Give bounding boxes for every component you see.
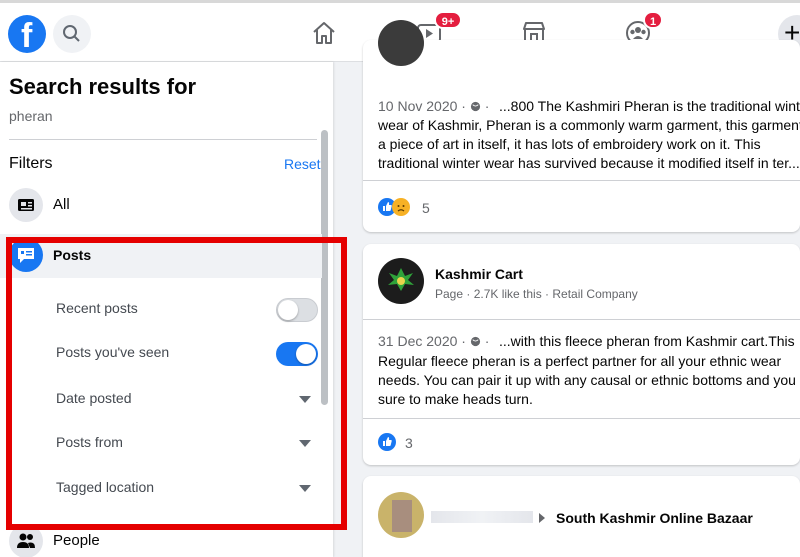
kashmir-cart-logo xyxy=(388,268,414,291)
post-date-text: 10 Nov 2020 · xyxy=(378,98,466,114)
filter-all-icon-circle xyxy=(9,188,43,222)
caret-right-icon xyxy=(539,513,545,523)
post-text-line: needs. You can pair it up with any causa… xyxy=(378,372,796,388)
page-name[interactable]: Kashmir Cart xyxy=(435,266,523,282)
watch-badge: 9+ xyxy=(434,11,462,29)
home-tab[interactable] xyxy=(310,19,338,47)
blurred-name xyxy=(431,511,533,523)
post-date: 10 Nov 2020 · · xyxy=(378,98,490,114)
sad-reaction-icon[interactable] xyxy=(392,198,410,216)
groups-badge: 1 xyxy=(643,11,663,29)
post-card-2: Kashmir Cart Page · 2.7K like this · Ret… xyxy=(363,244,800,465)
post-card-1: 10 Nov 2020 · · ...800 The Kashmiri Pher… xyxy=(363,20,800,232)
search-icon xyxy=(63,25,80,42)
post-text-line: ...with this fleece pheran from Kashmir … xyxy=(499,333,795,349)
post-text-line: ...800 The Kashmiri Pheran is the tradit… xyxy=(499,98,800,114)
kashmir-cart-avatar[interactable] xyxy=(378,258,424,304)
reset-link[interactable]: Reset xyxy=(284,156,321,172)
facebook-logo[interactable]: f xyxy=(8,15,46,55)
filter-all[interactable]: All xyxy=(0,184,322,228)
reaction-count[interactable]: 5 xyxy=(422,200,430,216)
post-text-line: Regular fleece pheran is a perfect partn… xyxy=(378,353,782,369)
post-text-line: wear of Kashmir, Pheran is a commonly wa… xyxy=(378,117,800,133)
home-icon xyxy=(313,22,335,44)
reaction-count[interactable]: 3 xyxy=(405,435,413,451)
search-query: pheran xyxy=(9,108,53,124)
divider xyxy=(363,180,800,181)
highlight-annotation-box xyxy=(6,237,347,530)
facebook-logo-letter: f xyxy=(21,17,33,55)
post-card-3: South Kashmir Online Bazaar xyxy=(363,476,800,557)
avatar-blur xyxy=(392,500,412,532)
divider xyxy=(363,418,800,419)
globe-icon xyxy=(470,101,480,112)
page-name[interactable]: South Kashmir Online Bazaar xyxy=(556,510,753,526)
globe-icon xyxy=(470,336,480,347)
divider xyxy=(363,319,800,320)
filter-all-label: All xyxy=(53,196,70,213)
newsfeed-icon xyxy=(18,199,34,211)
page-subtitle: Page · 2.7K like this · Retail Company xyxy=(435,287,638,301)
filter-people-label: People xyxy=(53,532,100,549)
divider xyxy=(9,139,317,140)
search-button[interactable] xyxy=(53,15,91,53)
post-text-line: traditional winter wear has survived bec… xyxy=(378,155,800,171)
filters-heading: Filters xyxy=(9,155,53,172)
post-text-line: sure to make heads turn. xyxy=(378,391,533,407)
page-title: Search results for xyxy=(9,74,197,99)
post-date-text: 31 Dec 2020 · xyxy=(378,333,466,349)
like-reaction-icon[interactable] xyxy=(378,433,396,451)
post-date: 31 Dec 2020 · · xyxy=(378,333,490,349)
post-text-line: a piece of art in itself, it has lots of… xyxy=(378,136,761,152)
avatar[interactable] xyxy=(378,492,424,538)
avatar[interactable] xyxy=(378,20,424,66)
